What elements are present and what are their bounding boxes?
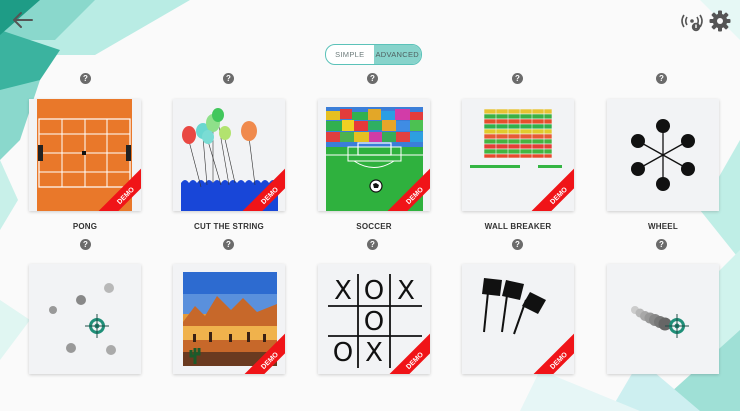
game-card-cut-the-string[interactable]: DEMO: [173, 99, 285, 211]
game-title-wheel: WHEEL: [648, 222, 678, 231]
trail-thumbnail: [631, 306, 689, 338]
help-icon-trail[interactable]: ?: [656, 239, 667, 250]
help-icon-wheel[interactable]: ?: [656, 73, 667, 84]
game-title-wall-breaker: WALL BREAKER: [484, 222, 552, 231]
tic-tac-toe-mark: O: [333, 338, 353, 368]
pong-thumbnail: DEMO: [37, 99, 141, 211]
soccer-thumbnail: DEMO: [326, 107, 430, 211]
flags-thumbnail: DEMO: [482, 278, 574, 374]
game-card-desert[interactable]: DEMO: [173, 264, 285, 374]
help-icon-targets[interactable]: ?: [80, 239, 91, 250]
game-title-cut-the-string: CUT THE STRING: [194, 222, 264, 231]
help-icon-desert[interactable]: ?: [223, 239, 234, 250]
wheel-thumbnail: [631, 119, 695, 191]
help-icon-pong[interactable]: ?: [80, 73, 91, 84]
wall-breaker-thumbnail: DEMO: [470, 108, 574, 211]
help-icon-cut-the-string[interactable]: ?: [223, 73, 234, 84]
game-card-pong[interactable]: DEMO: [29, 99, 141, 211]
game-card-targets[interactable]: [29, 264, 141, 374]
mode-toggle: SIMPLE ADVANCED: [325, 44, 422, 65]
game-menu-screen: SIMPLE ADVANCED ? DEMO PONG ? DEMO CUT T…: [0, 0, 740, 411]
game-title-pong: PONG: [72, 222, 98, 231]
tic-tac-toe-mark: X: [334, 276, 352, 306]
advanced-mode-button[interactable]: ADVANCED: [373, 45, 421, 64]
simple-mode-button[interactable]: SIMPLE: [326, 45, 374, 64]
help-icon-tic-tac-toe[interactable]: ?: [367, 239, 378, 250]
game-card-flags[interactable]: DEMO: [462, 264, 574, 374]
desert-thumbnail: DEMO: [183, 272, 285, 374]
tic-tac-toe-mark: X: [397, 276, 415, 306]
help-icon-wall-breaker[interactable]: ?: [512, 73, 523, 84]
wireless-signal-icon[interactable]: [680, 10, 704, 32]
game-card-trail[interactable]: [607, 264, 719, 374]
tic-tac-toe-mark: O: [364, 307, 384, 337]
help-icon-soccer[interactable]: ?: [367, 73, 378, 84]
game-title-soccer: SOCCER: [356, 222, 392, 231]
tic-tac-toe-thumbnail: X O XOO X DEMO: [328, 274, 430, 374]
gear-icon[interactable]: [708, 9, 732, 33]
targets-thumbnail: [49, 283, 116, 355]
game-card-wheel[interactable]: [607, 99, 719, 211]
help-icon-flags[interactable]: ?: [512, 239, 523, 250]
game-card-wall-breaker[interactable]: DEMO: [462, 99, 574, 211]
game-card-soccer[interactable]: DEMO: [318, 99, 430, 211]
game-card-tic-tac-toe[interactable]: XOXOOX DEMO: [318, 264, 430, 374]
back-arrow-icon[interactable]: [10, 8, 36, 32]
tic-tac-toe-mark: X: [365, 338, 383, 368]
cut-the-string-thumbnail: DEMO: [181, 108, 285, 211]
tic-tac-toe-mark: O: [364, 276, 384, 306]
